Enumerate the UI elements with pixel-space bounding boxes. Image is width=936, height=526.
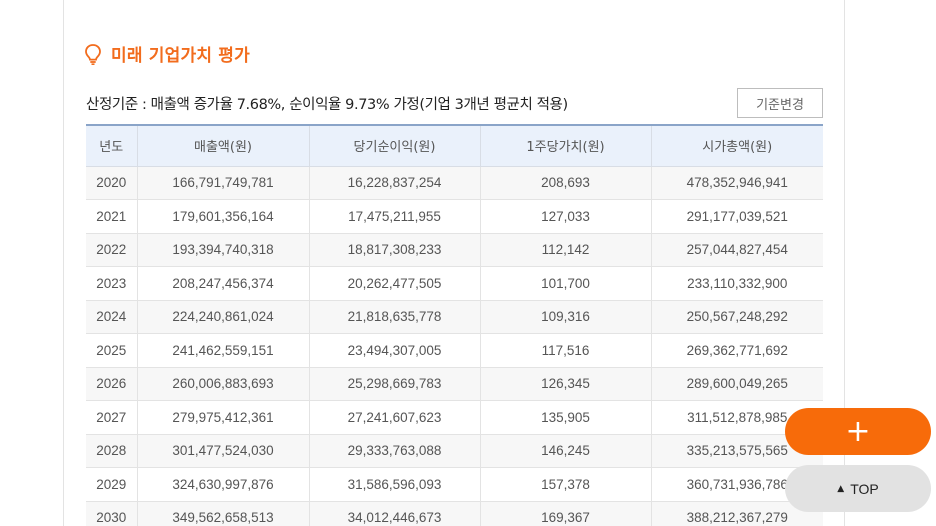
cell-per-share-value: 135,905 — [479, 400, 651, 435]
cell-revenue: 324,630,997,876 — [136, 467, 309, 502]
cell-year: 2030 — [86, 501, 137, 526]
cell-net-income: 34,012,446,673 — [308, 501, 480, 526]
section-title: 미래 기업가치 평가 — [111, 46, 250, 66]
cell-market-cap: 250,567,248,292 — [650, 300, 823, 334]
cell-per-share-value: 117,516 — [479, 333, 651, 368]
header-year: 년도 — [86, 125, 137, 167]
cell-revenue: 224,240,861,024 — [136, 300, 309, 334]
cell-year: 2024 — [86, 300, 137, 334]
table-row: 2024 224,240,861,024 21,818,635,778 109,… — [86, 300, 823, 334]
scroll-top-button[interactable]: ▲ TOP — [785, 465, 931, 512]
cell-revenue: 179,601,356,164 — [136, 199, 309, 234]
cell-year: 2022 — [86, 233, 137, 267]
table-row: 2023 208,247,456,374 20,262,477,505 101,… — [86, 266, 823, 301]
cell-revenue: 349,562,658,513 — [136, 501, 309, 526]
cell-per-share-value: 101,700 — [479, 266, 651, 301]
cell-revenue: 279,975,412,361 — [136, 400, 309, 435]
cell-per-share-value: 169,367 — [479, 501, 651, 526]
scroll-top-label: TOP — [850, 480, 879, 497]
cell-net-income: 31,586,596,093 — [308, 467, 480, 502]
table-row: 2027 279,975,412,361 27,241,607,623 135,… — [86, 400, 823, 435]
table-row: 2022 193,394,740,318 18,817,308,233 112,… — [86, 233, 823, 267]
cell-net-income: 18,817,308,233 — [308, 233, 480, 267]
cell-per-share-value: 109,316 — [479, 300, 651, 334]
table-row: 2020 166,791,749,781 16,228,837,254 208,… — [86, 166, 823, 200]
future-value-table: 년도 매출액(원) 당기순이익(원) 1주당가치(원) 시가총액(원) 2020… — [86, 124, 823, 526]
cell-market-cap: 233,110,332,900 — [650, 266, 823, 301]
cell-market-cap: 269,362,771,692 — [650, 333, 823, 368]
header-per-share-value: 1주당가치(원) — [479, 125, 651, 167]
cell-year: 2028 — [86, 434, 137, 468]
cell-net-income: 20,262,477,505 — [308, 266, 480, 301]
cell-year: 2023 — [86, 266, 137, 301]
table-row: 2028 301,477,524,030 29,333,763,088 146,… — [86, 434, 823, 468]
cell-net-income: 23,494,307,005 — [308, 333, 480, 368]
cell-per-share-value: 208,693 — [479, 166, 651, 200]
table-row: 2026 260,006,883,693 25,298,669,783 126,… — [86, 367, 823, 401]
cell-year: 2021 — [86, 199, 137, 234]
cell-year: 2025 — [86, 333, 137, 368]
section-header: 미래 기업가치 평가 — [84, 41, 250, 66]
cell-net-income: 25,298,669,783 — [308, 367, 480, 401]
cell-year: 2020 — [86, 166, 137, 200]
table-row: 2025 241,462,559,151 23,494,307,005 117,… — [86, 333, 823, 368]
cell-net-income: 29,333,763,088 — [308, 434, 480, 468]
table-header-row: 년도 매출액(원) 당기순이익(원) 1주당가치(원) 시가총액(원) — [86, 125, 823, 167]
cell-revenue: 208,247,456,374 — [136, 266, 309, 301]
cell-year: 2027 — [86, 400, 137, 435]
triangle-up-icon: ▲ — [837, 483, 845, 494]
floating-plus-button[interactable]: + — [785, 408, 931, 455]
cell-market-cap: 289,600,049,265 — [650, 367, 823, 401]
header-net-income: 당기순이익(원) — [308, 125, 480, 167]
cell-per-share-value: 146,245 — [479, 434, 651, 468]
table-row: 2021 179,601,356,164 17,475,211,955 127,… — [86, 199, 823, 234]
header-revenue: 매출액(원) — [136, 125, 309, 167]
cell-market-cap: 478,352,946,941 — [650, 166, 823, 200]
cell-year: 2029 — [86, 467, 137, 502]
table-row: 2029 324,630,997,876 31,586,596,093 157,… — [86, 467, 823, 502]
change-basis-button[interactable]: 기준변경 — [737, 88, 823, 118]
cell-revenue: 193,394,740,318 — [136, 233, 309, 267]
valuation-basis-text: 산정기준 : 매출액 증가율 7.68%, 순이익율 9.73% 가정(기업 3… — [86, 97, 568, 113]
cell-market-cap: 257,044,827,454 — [650, 233, 823, 267]
cell-revenue: 260,006,883,693 — [136, 367, 309, 401]
header-market-cap: 시가총액(원) — [650, 125, 823, 167]
cell-per-share-value: 126,345 — [479, 367, 651, 401]
cell-per-share-value: 157,378 — [479, 467, 651, 502]
cell-year: 2026 — [86, 367, 137, 401]
cell-revenue: 166,791,749,781 — [136, 166, 309, 200]
table-row: 2030 349,562,658,513 34,012,446,673 169,… — [86, 501, 823, 526]
cell-net-income: 17,475,211,955 — [308, 199, 480, 234]
cell-per-share-value: 112,142 — [479, 233, 651, 267]
cell-revenue: 241,462,559,151 — [136, 333, 309, 368]
lightbulb-icon — [85, 43, 101, 65]
cell-net-income: 16,228,837,254 — [308, 166, 480, 200]
cell-net-income: 27,241,607,623 — [308, 400, 480, 435]
cell-market-cap: 291,177,039,521 — [650, 199, 823, 234]
cell-per-share-value: 127,033 — [479, 199, 651, 234]
cell-revenue: 301,477,524,030 — [136, 434, 309, 468]
plus-icon: + — [845, 413, 871, 449]
cell-net-income: 21,818,635,778 — [308, 300, 480, 334]
